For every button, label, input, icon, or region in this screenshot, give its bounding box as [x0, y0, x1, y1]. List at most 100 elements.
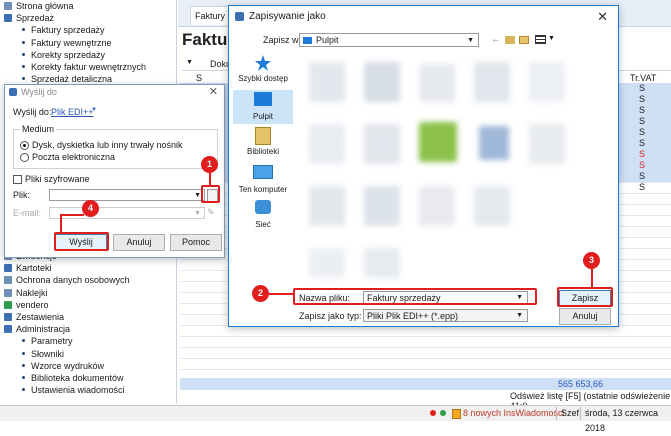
callout-1: 1: [201, 156, 218, 173]
encrypted-label: Pliki szyfrowane: [25, 174, 90, 184]
sidebar-subitem[interactable]: Korekty sprzedaży: [0, 49, 105, 61]
file-list[interactable]: [299, 54, 609, 284]
save-in-select[interactable]: Pulpit ▼: [299, 33, 479, 47]
sidebar-item-label: Naklejki: [16, 287, 48, 298]
sidebar-subitem[interactable]: Wzorce wydruków: [0, 360, 104, 372]
up-folder-icon[interactable]: [505, 36, 515, 44]
chevron-down-icon[interactable]: ▼: [194, 190, 201, 202]
sidebar-item[interactable]: Naklejki: [0, 287, 48, 299]
vat-cell: S: [638, 138, 645, 148]
filetype-select[interactable]: Pliki Plik EDI++ (*.epp) ▼: [363, 309, 528, 322]
status-dot-icon: [430, 410, 436, 416]
sidebar-item-label: Faktury sprzedaży: [31, 25, 105, 36]
sidebar-subitem[interactable]: Ustawienia wiadomości: [0, 384, 125, 396]
highlight-browse: [201, 185, 220, 203]
table-row[interactable]: [180, 358, 671, 370]
sidebar-item-label: Parametry: [31, 336, 73, 347]
sidebar-item-label: Ochrona danych osobowych: [16, 275, 130, 286]
help-button[interactable]: Pomoc: [170, 234, 222, 251]
sidebar-item-label: Sprzedaż detaliczna: [31, 74, 113, 85]
callout-2: 2: [252, 285, 269, 302]
sidebar-item-label: Wzorce wydruków: [31, 360, 105, 371]
close-icon[interactable]: ✕: [597, 9, 608, 25]
chevron-down-icon[interactable]: ▼: [516, 310, 523, 322]
medium-group: Medium Dysk, dyskietka lub inny trwały n…: [13, 124, 218, 169]
new-folder-icon[interactable]: [519, 36, 529, 44]
sidebar-item-label: Administracja: [16, 324, 71, 335]
cancel-button[interactable]: Anuluj: [559, 308, 611, 325]
page-title: Faktur: [182, 30, 234, 49]
place-desktop[interactable]: Pulpit: [233, 90, 293, 124]
sidebar-item[interactable]: Ochrona danych osobowych: [0, 274, 130, 286]
send-to-link[interactable]: Plik EDI++: [51, 107, 94, 117]
app-icon: [235, 12, 244, 21]
sidebar-item-label: Korekty sprzedaży: [31, 49, 106, 60]
cancel-button[interactable]: Anuluj: [113, 234, 165, 251]
view-menu-icon[interactable]: [535, 35, 546, 44]
notifications-text[interactable]: 8 nowych InsWiadomości: [463, 406, 565, 421]
save-in-label: Zapisz w:: [263, 35, 302, 45]
highlight-send: [54, 232, 109, 251]
sidebar-item[interactable]: Zestawienia: [0, 311, 64, 323]
place-label: Ten komputer: [238, 185, 288, 194]
back-icon[interactable]: ←: [491, 34, 501, 45]
contacts-icon[interactable]: ✎: [207, 207, 215, 218]
status-bar: 8 nowych InsWiadomości Szef środa, 13 cz…: [0, 405, 671, 433]
place-libraries[interactable]: Biblioteki: [233, 126, 293, 160]
sidebar-subitem[interactable]: Biblioteka dokumentów: [0, 372, 124, 384]
sidebar-subitem[interactable]: Faktury sprzedaży: [0, 24, 105, 36]
sidebar-subitem[interactable]: Faktury wewnętrzne: [0, 37, 112, 49]
radio-disk[interactable]: [20, 141, 29, 150]
vat-cell: S: [638, 105, 645, 115]
vat-cell: S: [638, 160, 645, 170]
section-icon: [4, 2, 12, 10]
status-dot-icon: [440, 410, 446, 416]
section-icon: [4, 14, 12, 23]
sidebar-item-label: Korekty faktur wewnętrznych: [31, 62, 147, 72]
close-icon[interactable]: ✕: [209, 85, 218, 98]
dialog-title: Wyślij do: [21, 87, 57, 97]
place-computer[interactable]: Ten komputer: [233, 162, 293, 196]
radio-disk-label: Dysk, dyskietka lub inny trwały nośnik: [32, 140, 183, 150]
sidebar-item[interactable]: Strona główna: [0, 0, 74, 12]
status-date: środa, 13 czerwca 2018: [585, 408, 659, 433]
filetype-label: Zapisz jako typ:: [299, 311, 362, 321]
dialog-title: Zapisywanie jako: [249, 11, 326, 22]
sidebar-item-label: vendero: [16, 299, 49, 310]
place-network[interactable]: Sieć: [233, 198, 293, 232]
sidebar-subitem[interactable]: Korekty faktur wewnętrznych: [0, 61, 146, 73]
sidebar-item-label: Biblioteka dokumentów: [31, 373, 124, 383]
email-label: E-mail:: [13, 208, 42, 218]
app-icon: [9, 88, 17, 96]
vat-cell: S: [638, 94, 645, 104]
sidebar-item[interactable]: Sprzedaż: [0, 12, 54, 24]
user-name: Szef: [561, 408, 580, 418]
sidebar-subitem[interactable]: Parametry: [0, 335, 73, 347]
sidebar-item[interactable]: Administracja: [0, 323, 70, 335]
libraries-icon: [233, 127, 293, 147]
sidebar-item[interactable]: vendero: [0, 299, 49, 311]
network-icon: [233, 200, 293, 220]
place-star[interactable]: Szybki dostęp: [233, 54, 293, 88]
section-icon: [4, 276, 12, 285]
sidebar-subitem[interactable]: Słowniki: [0, 348, 64, 360]
sidebar-item-label: Ustawienia wiadomości: [31, 385, 125, 396]
place-label: Sieć: [255, 220, 271, 229]
encrypted-checkbox[interactable]: [13, 175, 22, 184]
highlight-save: [557, 287, 613, 307]
desktop-icon: [303, 37, 312, 44]
chevron-down-icon[interactable]: ▼: [186, 59, 193, 66]
radio-email[interactable]: [20, 153, 29, 162]
chevron-down-icon[interactable]: ▼: [194, 208, 201, 220]
sidebar-item[interactable]: Kartoteki: [0, 262, 52, 274]
file-path-input[interactable]: ▼: [49, 189, 205, 201]
email-input[interactable]: ▼: [49, 207, 205, 219]
vat-cell: S: [638, 171, 645, 181]
section-icon: [4, 288, 12, 297]
sum-value: 565 653,66: [558, 379, 604, 389]
chevron-down-icon[interactable]: ▼: [467, 34, 474, 47]
message-icon[interactable]: [452, 409, 461, 419]
chevron-down-icon[interactable]: ▼: [548, 35, 555, 42]
vat-cell: S: [638, 182, 645, 192]
chevron-down-icon[interactable]: ▼: [91, 107, 97, 113]
